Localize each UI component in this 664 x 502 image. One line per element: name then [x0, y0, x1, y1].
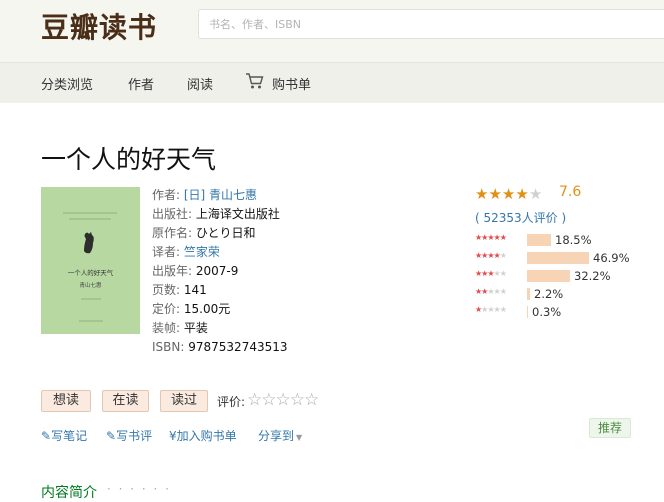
info-row-publisher: 出版社: 上海译文出版社: [152, 205, 288, 224]
rating-stars-icon: ★★★★★: [475, 185, 543, 203]
nav-item-authors[interactable]: 作者: [128, 74, 154, 93]
binding-label: 装帧:: [152, 321, 181, 335]
chevron-down-icon: ▼: [296, 433, 303, 442]
rate-stars-input[interactable]: ☆☆☆☆☆: [247, 390, 319, 410]
mini-stars-icon: ★★★★★: [475, 233, 507, 242]
book-title: 一个人的好天气: [41, 145, 217, 174]
rating-row-4-stars: ★★★★★ 46.9%: [475, 251, 645, 265]
rating-votes-link[interactable]: ( 52353人评价 ): [475, 209, 566, 226]
mini-stars-icon: ★★★★★: [475, 269, 507, 278]
translator-label: 译者:: [152, 245, 181, 259]
rating-bar: [527, 252, 589, 264]
author-label: 作者:: [152, 188, 181, 202]
isbn-label: ISBN:: [152, 340, 185, 354]
info-row-pages: 页数: 141: [152, 281, 288, 300]
rating-bar: [527, 270, 570, 282]
publisher-label: 出版社:: [152, 207, 193, 221]
nav-item-reading[interactable]: 阅读: [187, 74, 213, 93]
rating-percent: 2.2%: [534, 287, 564, 301]
write-review-link[interactable]: ✎写书评: [106, 427, 152, 444]
cover-author-text: 青山七惠: [79, 281, 102, 289]
price-value: 15.00元: [183, 302, 231, 316]
info-row-year: 出版年: 2007-9: [152, 262, 288, 281]
mini-stars-icon: ★★★★★: [475, 287, 507, 296]
rating-percent: 0.3%: [532, 305, 562, 319]
info-row-original-title: 原作名: ひとり日和: [152, 224, 288, 243]
search-box[interactable]: [198, 9, 664, 39]
book-cover[interactable]: 一个人的好天气 青山七惠: [41, 187, 140, 334]
rating-bar: [527, 306, 528, 318]
mini-stars-icon: ★★★★★: [475, 305, 507, 314]
nav-item-booklist[interactable]: 购书单: [272, 74, 311, 93]
yen-icon: ¥: [169, 429, 177, 443]
share-dropdown[interactable]: 分享到 ▼: [258, 427, 302, 444]
douban-book-logo[interactable]: 豆瓣读书: [41, 6, 157, 46]
translator-link[interactable]: 竺家荣: [184, 245, 220, 259]
year-label: 出版年:: [152, 264, 193, 278]
year-value: 2007-9: [195, 264, 239, 278]
nav-bar: 分类浏览 作者 阅读 购书单: [0, 62, 664, 103]
want-to-read-button[interactable]: 想读: [41, 390, 91, 412]
original-title-label: 原作名:: [152, 226, 193, 240]
rating-score: 7.6: [559, 184, 582, 200]
cart-icon[interactable]: [245, 71, 265, 91]
nav-item-browse-categories[interactable]: 分类浏览: [41, 74, 93, 93]
reading-button[interactable]: 在读: [102, 390, 149, 412]
add-to-booklist-link[interactable]: ¥加入购书单: [169, 427, 237, 444]
rate-label: 评价:: [217, 395, 246, 409]
pencil-icon: ✎: [41, 429, 52, 443]
rating-bar: [527, 288, 530, 300]
info-row-translator: 译者: 竺家荣: [152, 243, 288, 262]
section-dots: · · · · · ·: [107, 482, 171, 496]
author-link[interactable]: [日] 青山七惠: [184, 188, 257, 202]
rating-row-1-star: ★★★★★ 0.3%: [475, 305, 645, 319]
info-row-price: 定价: 15.00元: [152, 300, 288, 319]
book-info: 作者: [日] 青山七惠 出版社: 上海译文出版社 原作名: ひとり日和 译者:…: [152, 186, 288, 357]
info-row-isbn: ISBN: 9787532743513: [152, 338, 288, 357]
pages-label: 页数:: [152, 283, 181, 297]
search-input[interactable]: [199, 10, 659, 38]
rating-row-2-stars: ★★★★★ 2.2%: [475, 287, 645, 301]
top-bar: 豆瓣读书: [0, 0, 664, 62]
cover-title-text: 一个人的好天气: [68, 268, 114, 277]
info-row-author: 作者: [日] 青山七惠: [152, 186, 288, 205]
mini-stars-icon: ★★★★★: [475, 251, 507, 260]
original-title-value: ひとり日和: [195, 226, 256, 240]
pages-value: 141: [183, 283, 207, 297]
rating-row-3-stars: ★★★★★ 32.2%: [475, 269, 645, 283]
rating-row-5-stars: ★★★★★ 18.5%: [475, 233, 645, 247]
write-note-link[interactable]: ✎写笔记: [41, 427, 87, 444]
have-read-button[interactable]: 读过: [160, 390, 208, 412]
price-label: 定价:: [152, 302, 181, 316]
rating-percent: 32.2%: [574, 269, 611, 283]
rating-percent: 18.5%: [555, 233, 592, 247]
rating-bar: [527, 234, 551, 246]
info-row-binding: 装帧: 平装: [152, 319, 288, 338]
binding-value: 平装: [183, 321, 208, 335]
isbn-value: 9787532743513: [188, 340, 288, 354]
pencil-icon: ✎: [106, 429, 117, 443]
recommend-button[interactable]: 推荐: [589, 418, 631, 438]
publisher-value: 上海译文出版社: [195, 207, 280, 221]
rating-percent: 46.9%: [593, 251, 630, 265]
intro-section-title: 内容简介: [41, 485, 97, 501]
